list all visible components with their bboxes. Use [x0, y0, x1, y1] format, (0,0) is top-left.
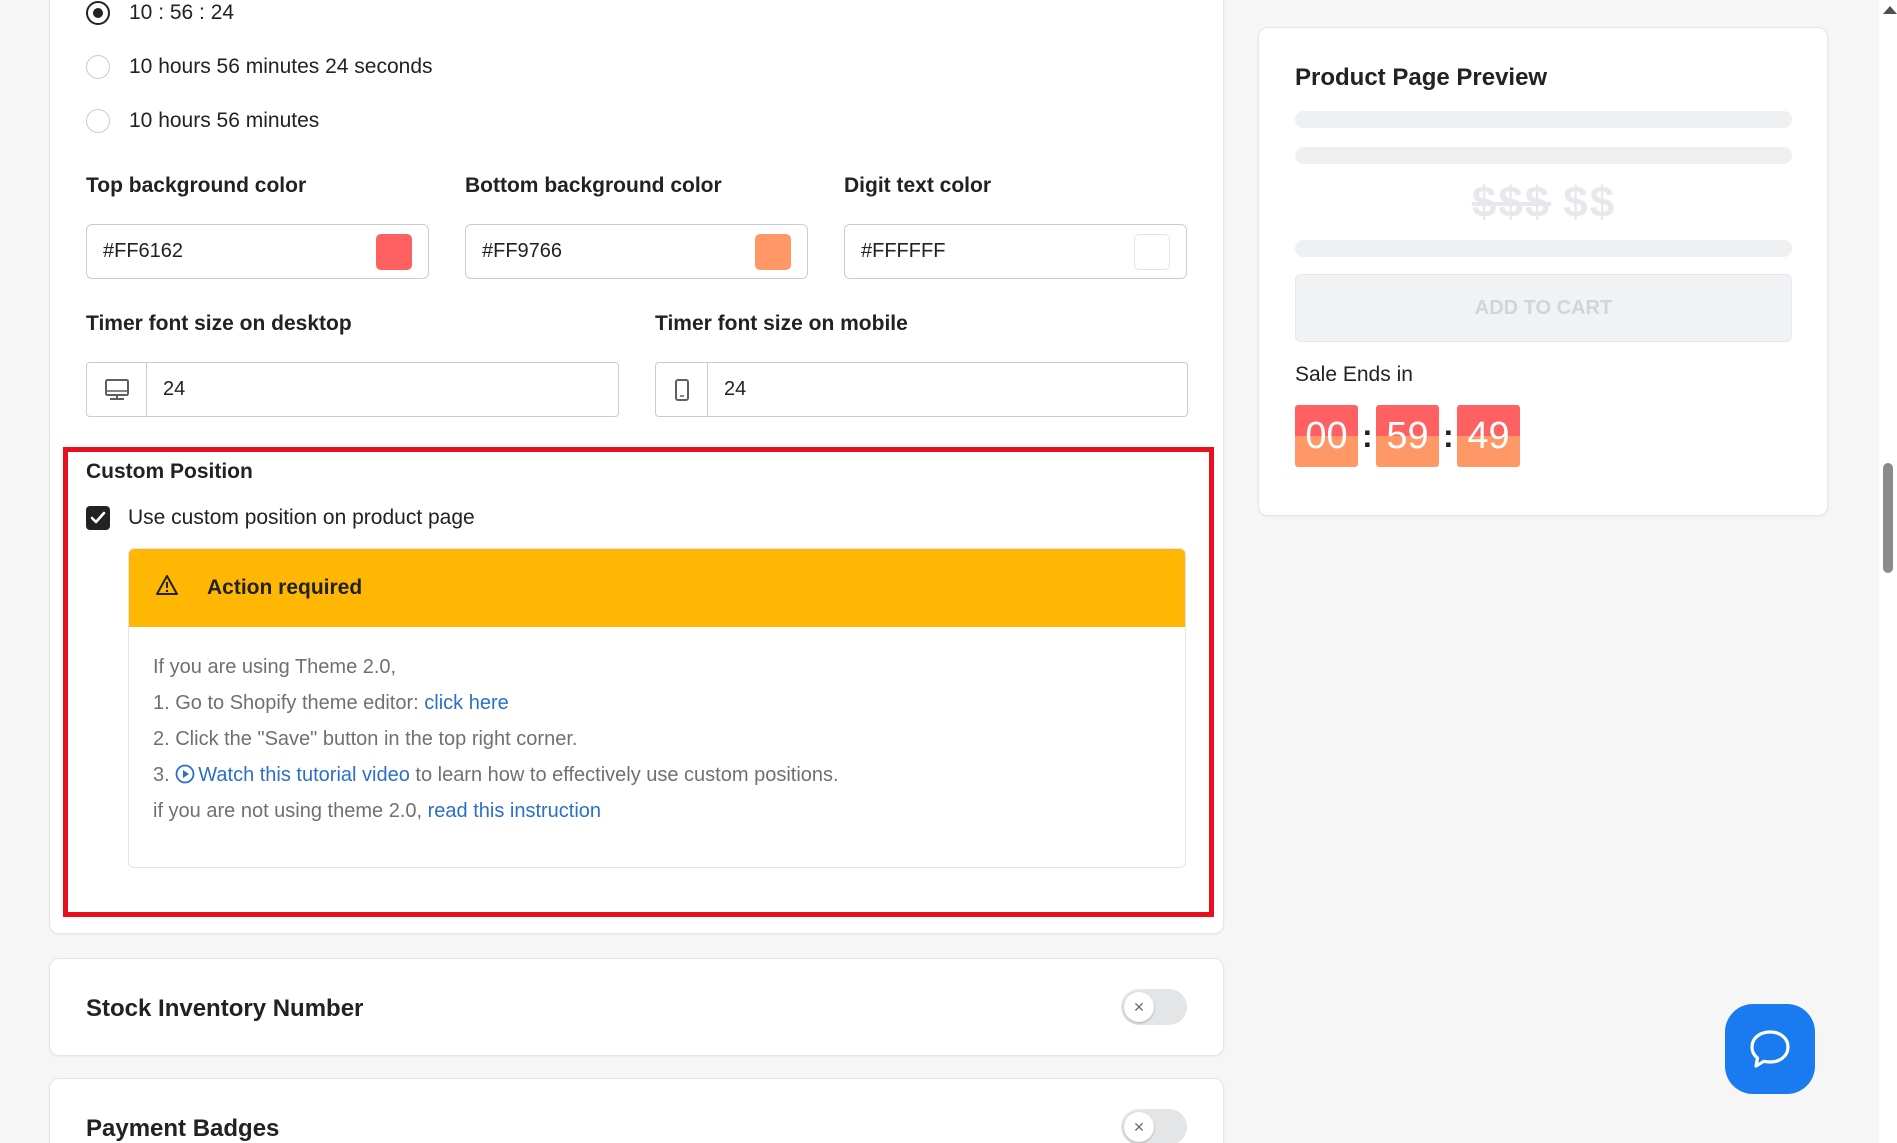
banner-header: Action required: [129, 549, 1185, 627]
mobile-font-size-value: 24: [724, 378, 747, 400]
payment-badges-toggle[interactable]: ✕: [1121, 1109, 1187, 1143]
read-instruction-link[interactable]: read this instruction: [428, 800, 601, 822]
format-option-short[interactable]: 10 hours 56 minutes: [86, 109, 319, 133]
radio-button[interactable]: [86, 1, 110, 25]
format-option-label: 10 hours 56 minutes 24 seconds: [129, 55, 433, 78]
skeleton-line: [1295, 240, 1792, 257]
radio-button[interactable]: [86, 109, 110, 133]
tutorial-video-link-text[interactable]: Watch this tutorial video: [198, 764, 410, 786]
format-option-full[interactable]: 10 hours 56 minutes 24 seconds: [86, 55, 433, 79]
new-price: $$: [1563, 178, 1617, 227]
timer-separator: :: [1443, 417, 1454, 454]
chat-support-button[interactable]: [1725, 1004, 1815, 1094]
desktop-font-size-label: Timer font size on desktop: [86, 312, 352, 335]
scroll-up-arrow-icon[interactable]: [1883, 6, 1897, 14]
scroll-thumb[interactable]: [1883, 463, 1893, 573]
desktop-font-size-field[interactable]: 24: [86, 362, 619, 417]
close-icon: ✕: [1124, 992, 1154, 1022]
stock-inventory-card: Stock Inventory Number ✕: [49, 958, 1224, 1056]
format-option-label: 10 hours 56 minutes: [129, 109, 320, 132]
footer-text: if you are not using theme 2.0,: [153, 800, 428, 822]
payment-badges-card: Payment Badges ✕: [49, 1078, 1224, 1143]
custom-position-title: Custom Position: [86, 460, 253, 483]
product-page-preview-card: Product Page Preview $$$ $$ ADD TO CART S…: [1258, 27, 1828, 516]
preview-title: Product Page Preview: [1295, 64, 1548, 91]
old-price: $$$: [1471, 178, 1552, 227]
banner-step-1: 1. Go to Shopify theme editor: click her…: [153, 685, 1161, 721]
page-scrollbar[interactable]: [1879, 0, 1897, 1143]
desktop-font-size-value: 24: [163, 378, 186, 400]
top-bg-color-field[interactable]: #FF6162: [86, 224, 429, 279]
banner-step-3: 3. Watch this tutorial video to learn ho…: [153, 757, 1161, 793]
step-1-text: 1. Go to Shopify theme editor:: [153, 692, 425, 714]
top-bg-color-swatch[interactable]: [376, 233, 412, 270]
tutorial-video-link[interactable]: Watch this tutorial video: [175, 764, 410, 786]
click-here-link[interactable]: click here: [424, 692, 508, 714]
banner-intro: If you are using Theme 2.0,: [153, 656, 397, 678]
timer-seconds: 49: [1457, 405, 1520, 467]
stock-inventory-toggle[interactable]: ✕: [1121, 989, 1187, 1025]
format-option-label: 10 : 56 : 24: [129, 1, 235, 24]
format-option-colon[interactable]: 10 : 56 : 24: [86, 1, 234, 25]
banner-body: If you are using Theme 2.0, 1. Go to Sho…: [129, 627, 1185, 851]
custom-position-checkbox-label[interactable]: Use custom position on product page: [128, 506, 475, 530]
close-icon: ✕: [1124, 1112, 1154, 1142]
digit-text-color-swatch[interactable]: [1134, 233, 1170, 270]
sale-ends-label: Sale Ends in: [1295, 363, 1413, 386]
radio-button[interactable]: [86, 55, 110, 79]
banner-footer: if you are not using theme 2.0, read thi…: [153, 793, 1161, 829]
timer-separator: :: [1362, 417, 1373, 454]
countdown-timer: 00 : 59 : 49: [1295, 405, 1520, 467]
step-3-prefix: 3.: [153, 764, 176, 786]
warning-icon: [155, 574, 179, 602]
step-3-suffix: to learn how to effectively use custom p…: [409, 764, 839, 786]
bottom-bg-color-field[interactable]: #FF9766: [465, 224, 808, 279]
digit-text-color-value: #FFFFFF: [861, 240, 946, 262]
top-bg-color-value: #FF6162: [103, 240, 184, 262]
mobile-icon: [656, 363, 708, 416]
custom-position-checkbox[interactable]: [86, 506, 110, 530]
action-required-banner: Action required If you are using Theme 2…: [128, 548, 1186, 868]
banner-title: Action required: [207, 576, 363, 599]
chat-bubble-icon: [1750, 1030, 1790, 1068]
timer-minutes: 59: [1376, 405, 1439, 467]
play-circle-icon: [175, 764, 195, 784]
add-to-cart-button: ADD TO CART: [1295, 274, 1792, 342]
digit-text-color-label: Digit text color: [844, 174, 992, 197]
checkmark-icon: [90, 511, 106, 524]
mobile-font-size-field[interactable]: 24: [655, 362, 1188, 417]
top-bg-color-label: Top background color: [86, 174, 307, 197]
bottom-bg-color-value: #FF9766: [482, 240, 563, 262]
digit-text-color-field[interactable]: #FFFFFF: [844, 224, 1187, 279]
skeleton-line: [1295, 111, 1792, 128]
bottom-bg-color-label: Bottom background color: [465, 174, 722, 197]
timer-hours: 00: [1295, 405, 1358, 467]
skeleton-line: [1295, 147, 1792, 164]
banner-step-2: 2. Click the "Save" button in the top ri…: [153, 728, 578, 750]
preview-price: $$$ $$: [1259, 178, 1829, 228]
mobile-font-size-label: Timer font size on mobile: [655, 312, 908, 335]
bottom-bg-color-swatch[interactable]: [755, 233, 791, 270]
desktop-icon: [87, 363, 147, 416]
stock-inventory-title: Stock Inventory Number: [86, 995, 364, 1022]
payment-badges-title: Payment Badges: [86, 1115, 280, 1142]
